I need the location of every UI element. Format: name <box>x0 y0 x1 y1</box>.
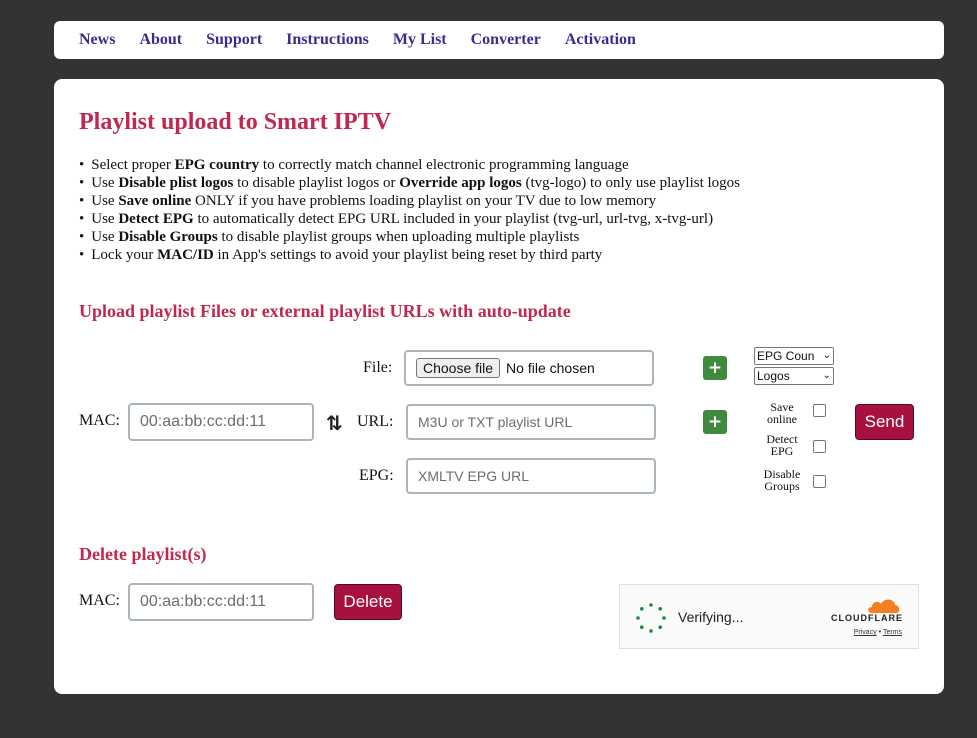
nav-link-instructions[interactable]: Instructions <box>286 31 369 49</box>
file-status: No file chosen <box>506 360 595 376</box>
top-nav: News About Support Instructions My List … <box>54 21 944 59</box>
choose-file-button[interactable]: Choose file <box>416 358 501 378</box>
detect-epg-checkbox[interactable] <box>813 440 826 453</box>
link-separator: • <box>878 629 882 636</box>
send-button[interactable]: Send <box>855 404 914 440</box>
playlist-url-input[interactable] <box>406 404 656 440</box>
nav-link-my-list[interactable]: My List <box>393 31 447 49</box>
delete-heading: Delete playlist(s) <box>79 544 207 564</box>
save-online-label: Save online <box>767 400 797 426</box>
list-item: Select proper EPG country to correctly m… <box>79 156 740 174</box>
captcha-links: Privacy • Terms <box>854 629 902 636</box>
file-picker: Choose file No file chosen <box>404 350 654 386</box>
nav-link-activation[interactable]: Activation <box>565 31 636 49</box>
add-url-button[interactable]: + <box>703 410 727 434</box>
cloudflare-brand: CLOUDFLARE <box>831 613 903 623</box>
url-label: URL: <box>357 413 394 430</box>
list-item: Use Detect EPG to automatically detect E… <box>79 210 740 228</box>
disable-groups-label: Disable Groups <box>763 467 801 493</box>
swap-icon[interactable]: ⇅ <box>326 411 343 435</box>
epg-country-select[interactable]: EPG Coun ⌄ <box>754 347 834 365</box>
cloudflare-logo-icon <box>868 599 900 613</box>
chevron-down-icon: ⌄ <box>822 370 831 381</box>
nav-link-converter[interactable]: Converter <box>471 31 541 49</box>
delete-mac-label: MAC: <box>79 592 120 609</box>
captcha-widget[interactable]: Verifying... CLOUDFLARE Privacy • Terms <box>619 584 919 649</box>
main-panel: Playlist upload to Smart IPTV Select pro… <box>54 79 944 694</box>
list-item: Use Disable Groups to disable playlist g… <box>79 228 740 246</box>
delete-button[interactable]: Delete <box>334 584 402 620</box>
delete-mac-input[interactable] <box>128 583 314 621</box>
add-file-button[interactable]: + <box>703 356 727 380</box>
epg-label: EPG: <box>359 467 394 484</box>
list-item: Lock your MAC/ID in App's settings to av… <box>79 246 740 264</box>
spinner-icon <box>636 603 666 633</box>
terms-link[interactable]: Terms <box>883 629 902 636</box>
nav-link-about[interactable]: About <box>139 31 182 49</box>
epg-url-input[interactable] <box>406 458 656 494</box>
file-label: File: <box>363 359 393 376</box>
detect-epg-label: Detect EPG <box>766 432 798 458</box>
mac-label: MAC: <box>79 412 120 429</box>
save-online-checkbox[interactable] <box>813 404 826 417</box>
list-item: Use Save online ONLY if you have problem… <box>79 192 740 210</box>
list-item: Use Disable plist logos to disable playl… <box>79 174 740 192</box>
disable-groups-checkbox[interactable] <box>813 475 826 488</box>
nav-link-news[interactable]: News <box>79 31 115 49</box>
instructions-list: Select proper EPG country to correctly m… <box>79 156 740 264</box>
privacy-link[interactable]: Privacy <box>854 629 877 636</box>
captcha-status: Verifying... <box>678 609 744 625</box>
logos-select[interactable]: Logos ⌄ <box>754 367 834 385</box>
chevron-down-icon: ⌄ <box>822 350 831 361</box>
page-title: Playlist upload to Smart IPTV <box>79 109 392 135</box>
nav-link-support[interactable]: Support <box>206 31 262 49</box>
mac-input[interactable] <box>128 403 314 441</box>
upload-heading: Upload playlist Files or external playli… <box>79 301 571 321</box>
